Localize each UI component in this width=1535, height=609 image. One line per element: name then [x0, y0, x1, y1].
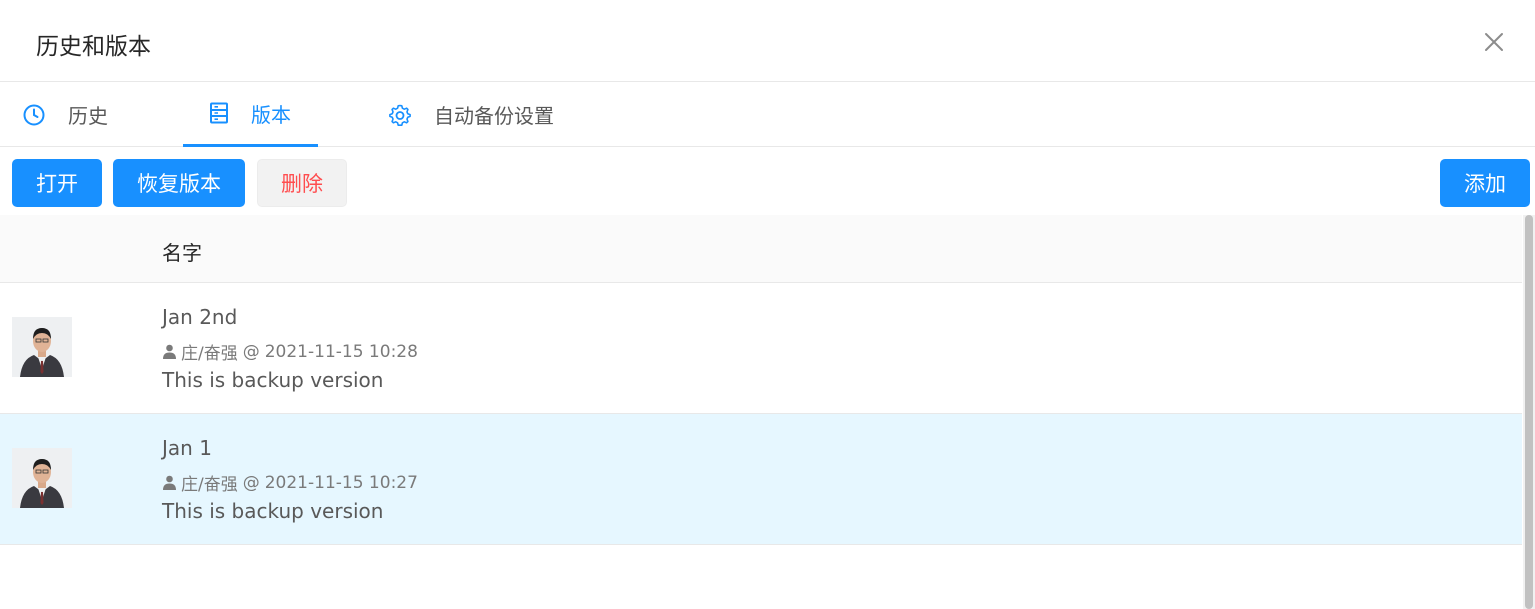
avatar: [12, 448, 72, 508]
version-description: This is backup version: [162, 499, 384, 523]
version-name: Jan 2nd: [162, 305, 238, 329]
version-timestamp: 2021-11-15 10:27: [264, 472, 418, 493]
add-button[interactable]: 添加: [1440, 159, 1530, 207]
open-button[interactable]: 打开: [12, 159, 102, 207]
tab-version-label: 版本: [251, 102, 291, 127]
table-header: 名字: [0, 215, 1522, 283]
version-timestamp: 2021-11-15 10:28: [264, 341, 418, 362]
table-row-selected[interactable]: Jan 1 庄/奋强 @ 2021-11-15 10:27 This is ba…: [0, 414, 1522, 545]
table-row[interactable]: Jan 2nd 庄/奋强 @ 2021-11-15 10:28 This is …: [0, 283, 1522, 414]
version-meta: 庄/奋强 @ 2021-11-15 10:28: [162, 339, 418, 364]
version-user: 庄/奋强: [181, 344, 238, 364]
scrollbar-thumb[interactable]: [1525, 215, 1533, 609]
tab-bar: 历史 版本 自动备份设置: [0, 82, 1535, 147]
user-icon: [162, 475, 177, 490]
avatar: [12, 317, 72, 377]
vertical-scrollbar[interactable]: [1523, 215, 1535, 609]
version-meta: 庄/奋强 @ 2021-11-15 10:27: [162, 470, 418, 495]
tab-history[interactable]: 历史: [22, 82, 108, 147]
tab-auto-backup-settings[interactable]: 自动备份设置: [388, 82, 554, 147]
dialog-header: 历史和版本: [0, 0, 1535, 82]
close-icon[interactable]: [1480, 28, 1508, 56]
version-user: 庄/奋强: [181, 475, 238, 495]
version-name: Jan 1: [162, 436, 212, 460]
version-table: 名字 Jan 2nd 庄/奋强 @ 2021-11-15 10:28 This …: [0, 215, 1522, 545]
server-icon: [207, 101, 231, 125]
tab-version[interactable]: 版本: [183, 82, 318, 147]
tab-history-label: 历史: [68, 104, 108, 128]
gear-icon: [388, 103, 412, 127]
history-version-dialog: 历史和版本 历史 版本 自动备份设置 打开 恢复版本 删除 添加 名字 Jan …: [0, 0, 1535, 609]
version-description: This is backup version: [162, 368, 384, 392]
at-separator: @: [242, 341, 260, 362]
at-separator: @: [242, 472, 260, 493]
tab-auto-backup-label: 自动备份设置: [434, 104, 554, 128]
user-icon: [162, 344, 177, 359]
restore-version-button[interactable]: 恢复版本: [113, 159, 245, 207]
column-header-name: 名字: [162, 241, 202, 265]
delete-button[interactable]: 删除: [257, 159, 347, 207]
clock-icon: [22, 103, 46, 127]
dialog-title: 历史和版本: [36, 34, 151, 60]
